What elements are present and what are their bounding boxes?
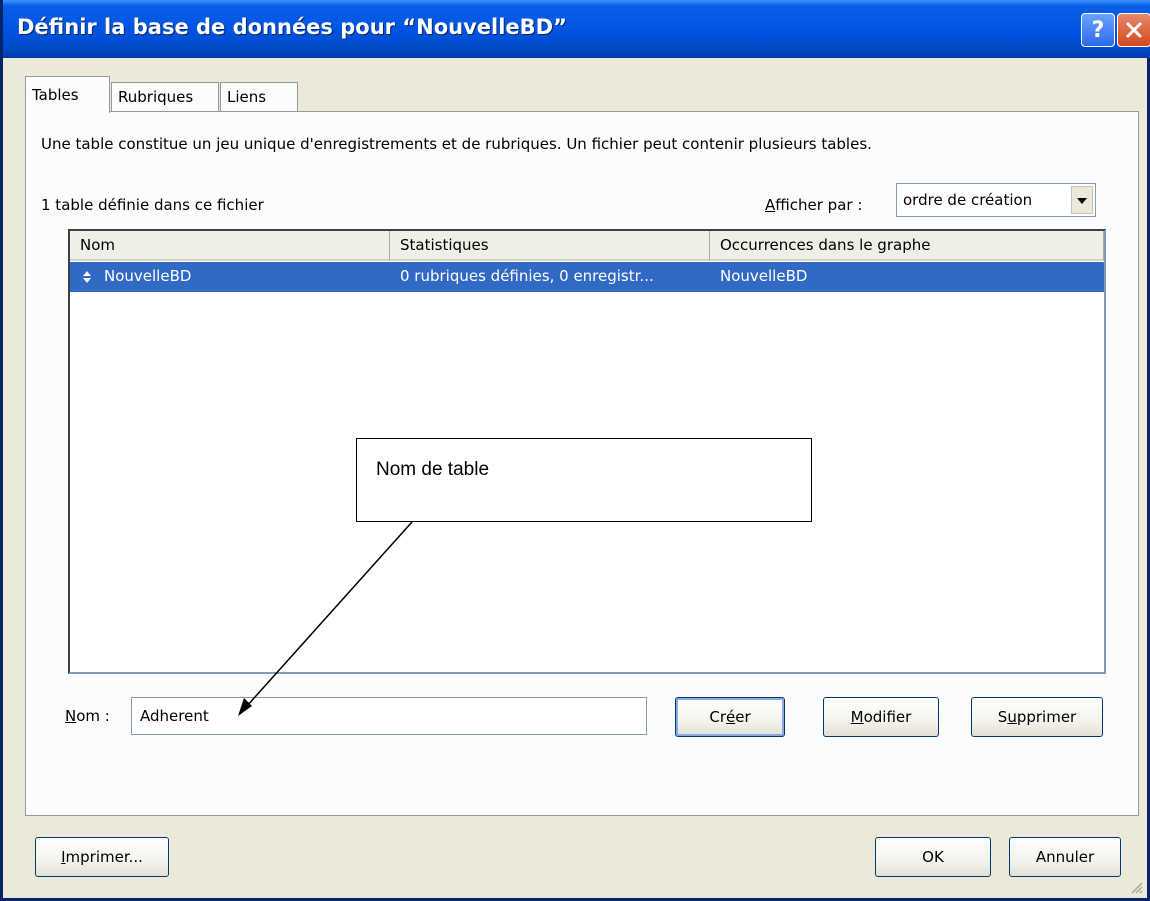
close-button[interactable] xyxy=(1117,13,1150,47)
row-occurrences: NouvelleBD xyxy=(720,267,808,285)
column-header-nom[interactable]: Nom xyxy=(70,231,390,261)
tab-liens-label: Liens xyxy=(227,88,267,106)
resize-grip-icon[interactable] xyxy=(1129,880,1143,894)
sort-by-label-accesskey: A xyxy=(765,196,776,214)
modify-button[interactable]: Modifier xyxy=(823,697,939,737)
row-name: NouvelleBD xyxy=(104,267,192,285)
tab-liens[interactable]: Liens xyxy=(220,82,298,112)
sort-by-label: Afficher par : xyxy=(765,196,862,214)
ok-button[interactable]: OK xyxy=(875,837,991,877)
title-bar[interactable]: Définir la base de données pour “Nouvell… xyxy=(3,0,1150,58)
question-icon: ? xyxy=(1091,17,1105,43)
sort-by-value: ordre de création xyxy=(903,191,1033,209)
create-label-accesskey: é xyxy=(726,708,736,726)
column-header-occurrences[interactable]: Occurrences dans le graphe xyxy=(710,231,1104,261)
column-header-statistiques[interactable]: Statistiques xyxy=(390,231,710,261)
create-label-part2: er xyxy=(735,708,751,726)
panel-description: Une table constitue un jeu unique d'enre… xyxy=(41,135,872,153)
print-label-rest: mprimer... xyxy=(65,848,143,866)
annotation-text: Nom de table xyxy=(376,459,490,480)
create-label-part1: Cr xyxy=(709,708,726,726)
name-label: Nom : xyxy=(65,707,110,725)
delete-button[interactable]: Su pprimer xyxy=(971,697,1103,737)
tab-rubriques-label: Rubriques xyxy=(118,88,194,106)
column-header-occurrences-label: Occurrences dans le graphe xyxy=(720,236,931,254)
column-header-statistiques-label: Statistiques xyxy=(400,236,489,254)
ok-label: OK xyxy=(922,848,944,866)
name-label-accesskey: N xyxy=(65,707,77,725)
tab-tables[interactable]: Tables xyxy=(25,76,110,113)
sort-by-label-rest: fficher par : xyxy=(775,196,863,214)
close-icon xyxy=(1126,22,1142,38)
tab-rubriques[interactable]: Rubriques xyxy=(111,82,219,112)
delete-label-accesskey: u xyxy=(1007,708,1017,726)
delete-label-part1: S xyxy=(997,708,1008,726)
table-name-input[interactable] xyxy=(131,697,647,735)
table-count-text: 1 table définie dans ce fichier xyxy=(41,196,264,214)
modify-label-accesskey: M xyxy=(850,708,864,726)
cancel-button[interactable]: Annuler xyxy=(1009,837,1121,877)
modify-label-rest: odifier xyxy=(863,708,912,726)
chevron-down-icon[interactable] xyxy=(1071,186,1093,214)
column-header-nom-label: Nom xyxy=(80,236,116,254)
sort-handle-icon[interactable] xyxy=(83,271,91,283)
row-statistics: 0 rubriques définies, 0 enregistr... xyxy=(400,267,654,285)
annotation-callout: Nom de table xyxy=(356,438,812,522)
create-button[interactable]: Cr é er xyxy=(675,697,785,737)
print-button[interactable]: Imprimer... xyxy=(35,837,169,877)
table-row[interactable]: NouvelleBD 0 rubriques définies, 0 enreg… xyxy=(70,262,1104,292)
delete-label-part2: pprimer xyxy=(1016,708,1077,726)
dialog-title: Définir la base de données pour “Nouvell… xyxy=(17,15,567,39)
cancel-label: Annuler xyxy=(1035,848,1095,866)
tab-tables-label: Tables xyxy=(32,86,79,104)
help-button[interactable]: ? xyxy=(1081,13,1115,47)
name-label-rest: om : xyxy=(76,707,110,725)
sort-by-select[interactable]: ordre de création xyxy=(896,183,1096,217)
